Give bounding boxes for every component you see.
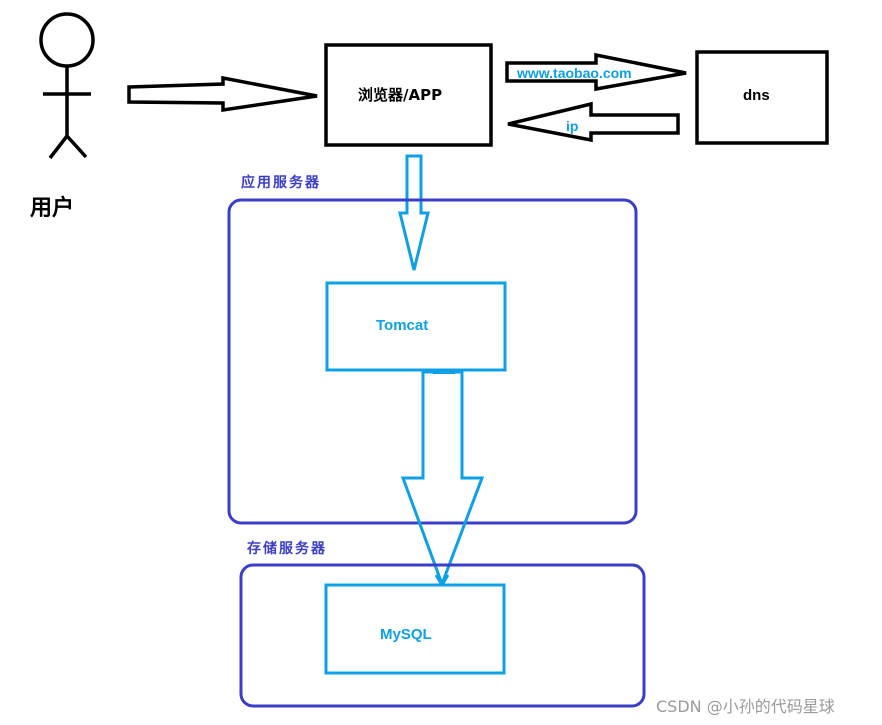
dns-label: dns <box>743 87 770 104</box>
dns-response-label: ip <box>566 118 578 134</box>
storage-server-label: 存储服务器 <box>247 540 327 557</box>
browser-app-label: 浏览器/APP <box>358 86 442 104</box>
arrow-tomcat-to-mysql <box>400 370 485 589</box>
user-label: 用户 <box>30 195 74 221</box>
tomcat-label: Tomcat <box>376 317 428 334</box>
app-server-label: 应用服务器 <box>241 174 321 191</box>
arrow-dns-to-browser <box>507 101 680 143</box>
user-actor-icon <box>39 12 95 160</box>
mysql-label: MySQL <box>380 626 432 643</box>
dns-request-label: www.taobao.com <box>516 65 632 81</box>
arrow-user-to-browser <box>127 75 318 113</box>
architecture-diagram: 用户 浏览器/APP www.taobao.com ip dns 应用服务器 T… <box>30 12 829 708</box>
arrow-browser-to-tomcat <box>398 154 430 271</box>
watermark: CSDN @小孙的代码星球 <box>656 697 835 716</box>
